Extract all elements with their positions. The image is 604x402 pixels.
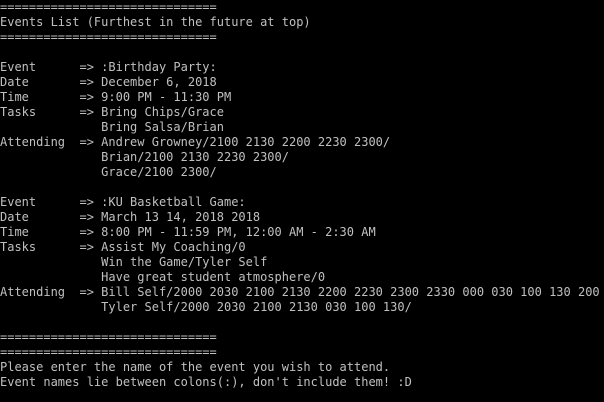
event-task-line: Win the Game/Tyler Self [0,255,268,269]
list-heading: Events List (Furthest in the future at t… [0,15,311,29]
event-date-line: Date => March 13 14, 2018 2018 [0,210,261,224]
event-date-line: Date => December 6, 2018 [0,75,217,89]
separator-line: ============================== [0,330,217,344]
scrollbar[interactable] [600,0,604,402]
event-task-line: Tasks => Bring Chips/Grace [0,105,224,119]
separator-line: ============================== [0,30,217,44]
event-attending-line: Tyler Self/2000 2030 2100 2130 030 100 1… [0,300,412,314]
event-time-line: Time => 9:00 PM - 11:30 PM [0,90,232,104]
event-task-line: Bring Salsa/Brian [0,120,224,134]
event-attending-line: Attending => Andrew Growney/2100 2130 22… [0,135,391,149]
separator-line: ============================== [0,345,217,359]
prompt-hint-line: Event names lie between colons(:), don't… [0,375,412,389]
prompt-line: Please enter the name of the event you w… [0,360,391,374]
console-window[interactable]: ============================== Events Li… [0,0,604,402]
event-time-line: Time => 8:00 PM - 11:59 PM, 12:00 AM - 2… [0,225,376,239]
separator-line: ============================== [0,0,217,14]
event-name-line: Event => :KU Basketball Game: [0,195,246,209]
event-attending-line: Grace/2100 2300/ [0,165,217,179]
event-task-line: Tasks => Assist My Coaching/0 [0,240,246,254]
event-attending-line: Attending => Bill Self/2000 2030 2100 21… [0,285,604,299]
event-task-line: Have great student atmosphere/0 [0,270,326,284]
event-name-line: Event => :Birthday Party: [0,60,217,74]
event-attending-line: Brian/2100 2130 2230 2300/ [0,150,289,164]
